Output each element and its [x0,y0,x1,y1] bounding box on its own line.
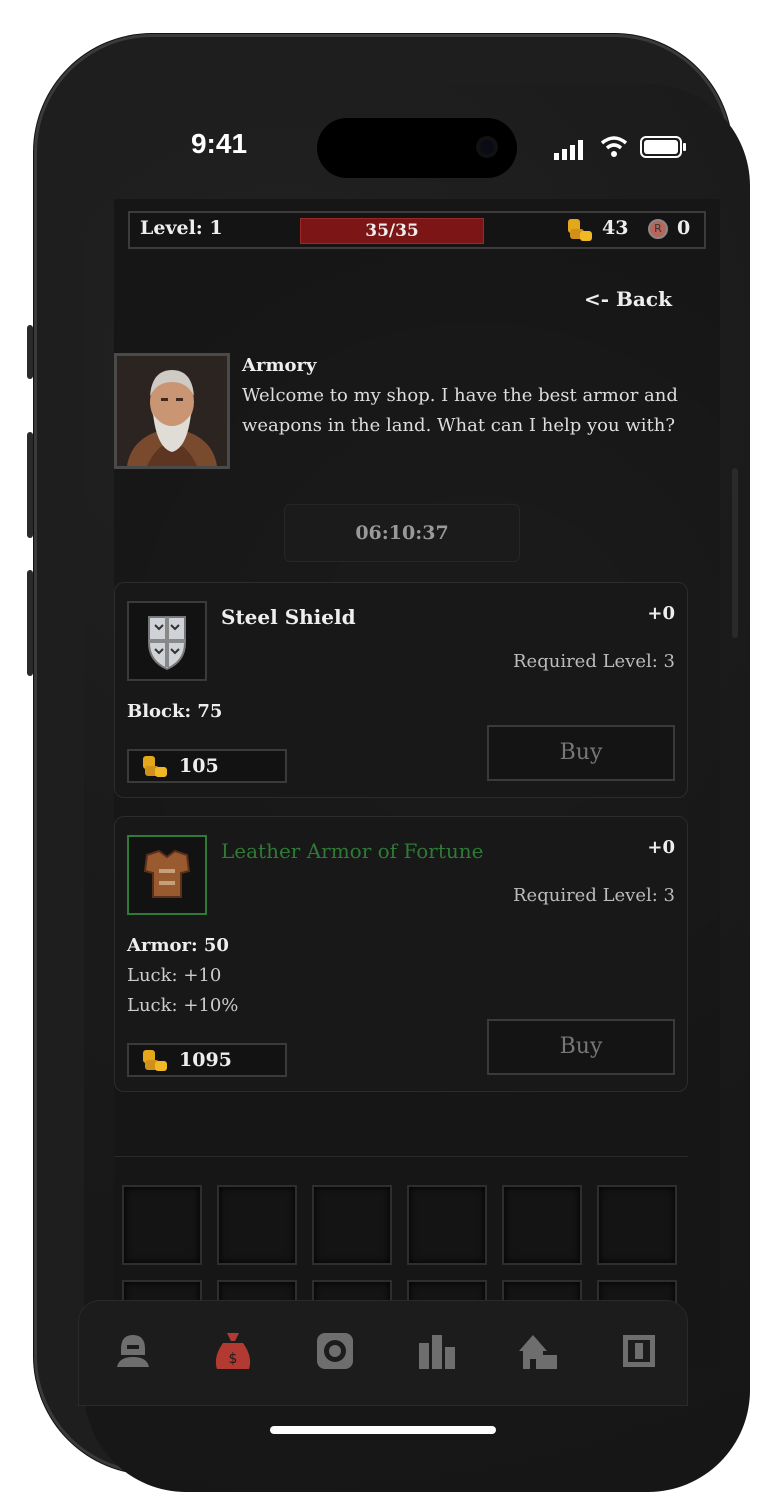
item-name: Leather Armor of Fortune [221,839,484,863]
merchant-message: Welcome to my shop. I have the best armo… [242,385,678,436]
bottom-nav: $ [78,1300,688,1406]
item-stat: Block: 75 [127,701,223,722]
buy-button[interactable]: Buy [487,1019,675,1075]
rune-coin-icon: R [648,219,668,239]
merchant-avatar [117,356,227,466]
inventory-slot[interactable] [217,1185,297,1265]
shop-item-card: Leather Armor of Fortune +0 Required Lev… [114,816,688,1092]
inventory-slot[interactable] [312,1185,392,1265]
item-stat: Luck: +10% [127,995,239,1016]
side-button [27,432,33,538]
item-upgrade: +0 [647,603,675,624]
svg-text:$: $ [229,1351,238,1367]
camera-icon [476,136,498,158]
item-required-level: Required Level: 3 [513,885,675,906]
item-price-value: 1095 [179,1049,232,1071]
level-label: Level: 1 [140,217,223,239]
buy-button[interactable]: Buy [487,725,675,781]
side-button [27,570,33,676]
item-stat: Luck: +10 [127,965,222,986]
side-button [732,468,738,638]
item-upgrade: +0 [647,837,675,858]
wifi-icon [600,136,628,157]
rune-amount: 0 [677,217,691,239]
inventory-slot[interactable] [502,1185,582,1265]
hud-bar: Level: 1 35/35 43 R 0 [128,211,706,249]
home-indicator[interactable] [270,1426,496,1434]
battery-icon [640,136,686,158]
quest-icon[interactable] [615,1327,663,1375]
town-icon[interactable] [515,1327,563,1375]
gold-coins-icon [568,219,592,241]
inventory-slot[interactable] [597,1185,677,1265]
side-button [27,325,33,379]
hp-bar: 35/35 [300,218,484,244]
item-icon-slot [127,601,207,681]
hp-text: 35/35 [365,221,419,241]
item-icon-slot [127,835,207,915]
gold-coins-icon [143,1050,167,1071]
item-stat: Armor: 50 [127,935,229,956]
back-button[interactable]: <- Back [584,287,672,311]
character-icon[interactable] [109,1327,157,1375]
item-price: 1095 [127,1043,287,1077]
divider [114,1156,688,1157]
inventory-slot[interactable] [407,1185,487,1265]
signal-icon [554,140,583,160]
item-price: 105 [127,749,287,783]
screen: 9:41 Level: 1 35/35 43 R 0 <- Back Armor… [84,84,750,1492]
status-time: 9:41 [190,128,248,159]
shop-item-card: Steel Shield +0 Required Level: 3 Block:… [114,582,688,798]
merchant-title: Armory [242,355,317,376]
merchant-portrait [114,353,230,469]
inventory-slot[interactable] [122,1185,202,1265]
phone-frame: 9:41 Level: 1 35/35 43 R 0 <- Back Armor… [34,34,750,1492]
shield-icon [148,616,186,671]
item-price-value: 105 [179,755,219,777]
leather-armor-icon [143,849,191,898]
leaderboard-icon[interactable] [413,1327,461,1375]
shop-bag-icon[interactable]: $ [209,1327,257,1375]
restock-timer: 06:10:37 [284,504,520,562]
item-name: Steel Shield [221,605,356,629]
gold-amount: 43 [602,217,629,239]
gold-coins-icon [143,756,167,777]
game-content: Level: 1 35/35 43 R 0 <- Back Armory Wel… [114,199,720,1369]
vault-icon[interactable] [311,1327,359,1375]
item-required-level: Required Level: 3 [513,651,675,672]
